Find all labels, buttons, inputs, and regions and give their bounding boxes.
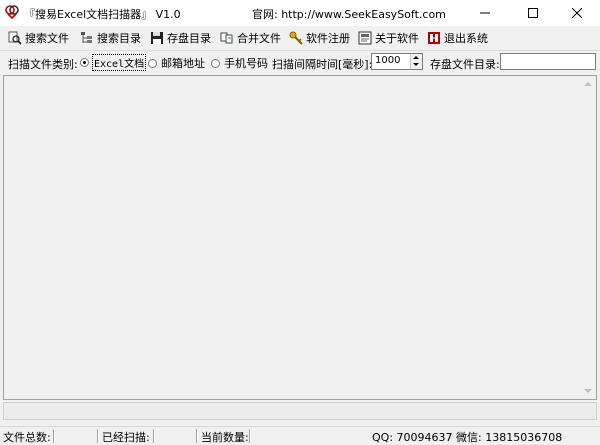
search-icon	[8, 31, 22, 45]
spin-down-icon[interactable]	[413, 63, 419, 66]
minimize-button[interactable]	[462, 0, 508, 26]
website-text: 官网: http://www.SeekEasySoft.com	[252, 8, 446, 21]
maximize-button[interactable]	[510, 0, 556, 26]
close-button[interactable]	[554, 0, 600, 26]
exit-label: 退出系统	[444, 32, 488, 45]
maximize-icon	[528, 8, 538, 18]
search-files-label: 搜索文件	[25, 32, 69, 45]
save-dir-label: 存盘文件目录:	[430, 58, 500, 71]
interval-spinner[interactable]: 1000	[371, 53, 423, 70]
about-label: 关于软件	[375, 32, 419, 45]
radio-dot	[211, 58, 220, 68]
merge-files-label: 合并文件	[237, 32, 281, 45]
folder-tree-icon	[81, 32, 92, 43]
merge-files-button[interactable]: 合并文件	[220, 29, 281, 47]
radio-phone-label: 手机号码	[224, 57, 268, 70]
close-icon	[572, 8, 582, 18]
exit-icon	[428, 32, 440, 44]
search-directory-button[interactable]: 搜索目录	[80, 29, 141, 47]
spinner-buttons[interactable]	[410, 54, 422, 69]
interval-label: 扫描间隔时间[毫秒]:	[272, 58, 373, 71]
scroll-up-icon[interactable]	[584, 82, 592, 86]
status-total-files: 文件总数:	[3, 431, 51, 444]
save-directory-button[interactable]: 存盘目录	[150, 29, 211, 47]
toolbar: 搜索文件 搜索目录 存盘目录 合并文件 软件注册 关于软件 退出系统	[0, 26, 600, 51]
vertical-scrollbar[interactable]	[579, 76, 596, 399]
search-files-button[interactable]: 搜索文件	[8, 29, 69, 47]
register-button[interactable]: 软件注册	[289, 29, 350, 47]
radio-dot-selected	[80, 58, 89, 67]
status-current-count: 当前数量:	[201, 431, 249, 444]
results-list[interactable]	[3, 75, 597, 400]
minimize-icon	[480, 12, 490, 14]
save-directory-label: 存盘目录	[167, 32, 211, 45]
radio-email[interactable]: 邮箱地址	[148, 55, 205, 71]
save-dir-input[interactable]	[500, 53, 596, 70]
search-directory-label: 搜索目录	[97, 32, 141, 45]
register-label: 软件注册	[306, 32, 350, 45]
scroll-down-icon[interactable]	[584, 389, 592, 393]
interval-value: 1000	[375, 55, 401, 66]
title-bar[interactable]: 『搜易Excel文档扫描器』 V1.0 官网: http://www.SeekE…	[0, 0, 600, 26]
floppy-disk-icon	[151, 32, 163, 44]
app-logo-icon	[5, 5, 19, 19]
radio-email-label: 邮箱地址	[161, 57, 205, 70]
progress-bar	[3, 402, 597, 420]
status-scanned: 已经扫描:	[102, 431, 150, 444]
status-divider	[153, 429, 155, 443]
radio-dot	[148, 58, 157, 68]
scan-type-label: 扫描文件类别:	[8, 58, 78, 71]
status-divider	[249, 429, 251, 443]
exit-button[interactable]: 退出系统	[427, 29, 488, 47]
status-divider	[196, 429, 198, 443]
about-button[interactable]: 关于软件	[358, 29, 419, 47]
spin-up-icon[interactable]	[413, 56, 419, 59]
status-divider	[53, 429, 55, 443]
status-bar: 文件总数: 已经扫描: 当前数量: QQ: 70094637 微信: 13815…	[0, 426, 600, 445]
window-title: 『搜易Excel文档扫描器』 V1.0	[24, 8, 181, 21]
info-icon	[358, 31, 372, 45]
key-icon	[289, 31, 303, 45]
app-window: 『搜易Excel文档扫描器』 V1.0 官网: http://www.SeekE…	[0, 0, 600, 445]
status-contact: QQ: 70094637 微信: 13815036708	[372, 431, 563, 444]
status-divider	[97, 429, 99, 443]
radio-excel-label: Excel文档	[91, 54, 147, 71]
radio-excel[interactable]: Excel文档	[80, 54, 147, 71]
radio-phone[interactable]: 手机号码	[211, 55, 268, 71]
merge-icon	[220, 32, 233, 44]
